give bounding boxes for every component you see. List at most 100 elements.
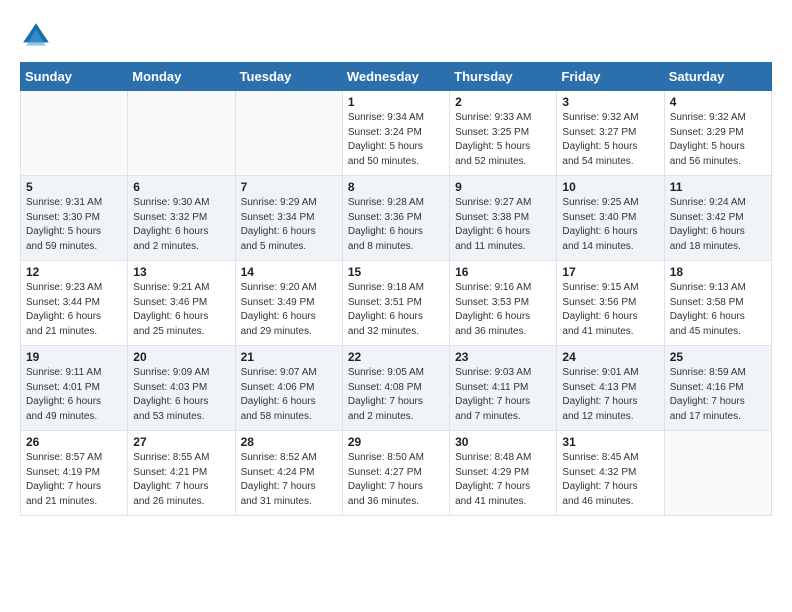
day-info: Sunrise: 9:20 AM Sunset: 3:49 PM Dayligh… xyxy=(241,281,337,339)
day-number: 25 xyxy=(670,350,766,364)
day-number: 16 xyxy=(455,265,551,279)
calendar-day-24: 24Sunrise: 9:01 AM Sunset: 4:13 PM Dayli… xyxy=(557,346,664,431)
calendar-week-row: 26 Sunrise: 8:57 AM Sunset: 4:19 PM Dayli… xyxy=(21,431,772,516)
calendar-day-5: 5 Sunrise: 9:31 AM Sunset: 3:30 PM Daylig… xyxy=(21,176,128,261)
day-info: Sunrise: 8:57 AM Sunset: 4:19 PM Dayligh… xyxy=(26,451,122,509)
calendar-week-row: 12 Sunrise: 9:23 AM Sunset: 3:44 PM Dayli… xyxy=(21,261,772,346)
calendar-day-8: 8Sunrise: 9:28 AM Sunset: 3:36 PM Daylig… xyxy=(342,176,449,261)
day-info: Sunrise: 9:29 AM Sunset: 3:34 PM Dayligh… xyxy=(241,196,337,254)
weekday-header-row: SundayMondayTuesdayWednesdayThursdayFrid… xyxy=(21,63,772,91)
logo-icon xyxy=(20,20,52,52)
day-number: 21 xyxy=(241,350,337,364)
weekday-header-friday: Friday xyxy=(557,63,664,91)
day-info: Sunrise: 9:16 AM Sunset: 3:53 PM Dayligh… xyxy=(455,281,551,339)
calendar-day-11: 11 Sunrise: 9:24 AM Sunset: 3:42 PM Dayli… xyxy=(664,176,771,261)
day-number: 5 xyxy=(26,180,122,194)
weekday-header-wednesday: Wednesday xyxy=(342,63,449,91)
calendar-week-row: 1 Sunrise: 9:34 AM Sunset: 3:24 PM Daylig… xyxy=(21,91,772,176)
calendar-day-31: 31 Sunrise: 8:45 AM Sunset: 4:32 PM Dayli… xyxy=(557,431,664,516)
calendar-day-20: 20 Sunrise: 9:09 AM Sunset: 4:03 PM Dayli… xyxy=(128,346,235,431)
calendar-day-1: 1 Sunrise: 9:34 AM Sunset: 3:24 PM Daylig… xyxy=(342,91,449,176)
day-number: 31 xyxy=(562,435,658,449)
calendar-day-30: 30 Sunrise: 8:48 AM Sunset: 4:29 PM Dayli… xyxy=(450,431,557,516)
day-number: 1 xyxy=(348,95,444,109)
day-info: Sunrise: 9:32 AM Sunset: 3:27 PM Dayligh… xyxy=(562,111,658,169)
day-number: 2 xyxy=(455,95,551,109)
day-info: Sunrise: 9:11 AM Sunset: 4:01 PM Dayligh… xyxy=(26,366,122,424)
calendar-day-25: 25 Sunrise: 8:59 AM Sunset: 4:16 PM Dayli… xyxy=(664,346,771,431)
day-info: Sunrise: 9:07 AM Sunset: 4:06 PM Dayligh… xyxy=(241,366,337,424)
calendar-week-row: 5 Sunrise: 9:31 AM Sunset: 3:30 PM Daylig… xyxy=(21,176,772,261)
calendar-day-27: 27 Sunrise: 8:55 AM Sunset: 4:21 PM Dayli… xyxy=(128,431,235,516)
logo xyxy=(20,20,56,52)
calendar-day-2: 2Sunrise: 9:33 AM Sunset: 3:25 PM Daylig… xyxy=(450,91,557,176)
day-number: 19 xyxy=(26,350,122,364)
day-info: Sunrise: 8:52 AM Sunset: 4:24 PM Dayligh… xyxy=(241,451,337,509)
day-info: Sunrise: 8:55 AM Sunset: 4:21 PM Dayligh… xyxy=(133,451,229,509)
day-info: Sunrise: 8:45 AM Sunset: 4:32 PM Dayligh… xyxy=(562,451,658,509)
day-info: Sunrise: 9:21 AM Sunset: 3:46 PM Dayligh… xyxy=(133,281,229,339)
day-number: 20 xyxy=(133,350,229,364)
calendar-day-18: 18Sunrise: 9:13 AM Sunset: 3:58 PM Dayli… xyxy=(664,261,771,346)
calendar-day-3: 3 Sunrise: 9:32 AM Sunset: 3:27 PM Daylig… xyxy=(557,91,664,176)
calendar-table: SundayMondayTuesdayWednesdayThursdayFrid… xyxy=(20,62,772,516)
calendar-day-21: 21 Sunrise: 9:07 AM Sunset: 4:06 PM Dayli… xyxy=(235,346,342,431)
day-info: Sunrise: 9:32 AM Sunset: 3:29 PM Dayligh… xyxy=(670,111,766,169)
day-number: 11 xyxy=(670,180,766,194)
day-info: Sunrise: 9:23 AM Sunset: 3:44 PM Dayligh… xyxy=(26,281,122,339)
calendar-week-row: 19 Sunrise: 9:11 AM Sunset: 4:01 PM Dayli… xyxy=(21,346,772,431)
calendar-day-12: 12 Sunrise: 9:23 AM Sunset: 3:44 PM Dayli… xyxy=(21,261,128,346)
day-number: 24 xyxy=(562,350,658,364)
day-info: Sunrise: 9:34 AM Sunset: 3:24 PM Dayligh… xyxy=(348,111,444,169)
calendar-empty-cell xyxy=(21,91,128,176)
calendar-day-7: 7 Sunrise: 9:29 AM Sunset: 3:34 PM Daylig… xyxy=(235,176,342,261)
day-number: 7 xyxy=(241,180,337,194)
day-number: 13 xyxy=(133,265,229,279)
day-number: 12 xyxy=(26,265,122,279)
calendar-day-15: 15 Sunrise: 9:18 AM Sunset: 3:51 PM Dayli… xyxy=(342,261,449,346)
weekday-header-sunday: Sunday xyxy=(21,63,128,91)
day-number: 29 xyxy=(348,435,444,449)
day-info: Sunrise: 8:48 AM Sunset: 4:29 PM Dayligh… xyxy=(455,451,551,509)
day-info: Sunrise: 9:31 AM Sunset: 3:30 PM Dayligh… xyxy=(26,196,122,254)
day-info: Sunrise: 8:59 AM Sunset: 4:16 PM Dayligh… xyxy=(670,366,766,424)
calendar-empty-cell xyxy=(128,91,235,176)
calendar-empty-cell xyxy=(235,91,342,176)
calendar-day-13: 13 Sunrise: 9:21 AM Sunset: 3:46 PM Dayli… xyxy=(128,261,235,346)
calendar-day-22: 22 Sunrise: 9:05 AM Sunset: 4:08 PM Dayli… xyxy=(342,346,449,431)
day-number: 30 xyxy=(455,435,551,449)
day-number: 6 xyxy=(133,180,229,194)
calendar-day-6: 6 Sunrise: 9:30 AM Sunset: 3:32 PM Daylig… xyxy=(128,176,235,261)
day-info: Sunrise: 9:25 AM Sunset: 3:40 PM Dayligh… xyxy=(562,196,658,254)
day-info: Sunrise: 9:28 AM Sunset: 3:36 PM Dayligh… xyxy=(348,196,444,254)
calendar-day-17: 17Sunrise: 9:15 AM Sunset: 3:56 PM Dayli… xyxy=(557,261,664,346)
calendar-day-9: 9 Sunrise: 9:27 AM Sunset: 3:38 PM Daylig… xyxy=(450,176,557,261)
calendar-day-19: 19 Sunrise: 9:11 AM Sunset: 4:01 PM Dayli… xyxy=(21,346,128,431)
day-info: Sunrise: 8:50 AM Sunset: 4:27 PM Dayligh… xyxy=(348,451,444,509)
day-info: Sunrise: 9:03 AM Sunset: 4:11 PM Dayligh… xyxy=(455,366,551,424)
day-number: 4 xyxy=(670,95,766,109)
day-number: 26 xyxy=(26,435,122,449)
day-info: Sunrise: 9:05 AM Sunset: 4:08 PM Dayligh… xyxy=(348,366,444,424)
day-info: Sunrise: 9:18 AM Sunset: 3:51 PM Dayligh… xyxy=(348,281,444,339)
calendar-day-28: 28Sunrise: 8:52 AM Sunset: 4:24 PM Dayli… xyxy=(235,431,342,516)
day-info: Sunrise: 9:24 AM Sunset: 3:42 PM Dayligh… xyxy=(670,196,766,254)
day-number: 3 xyxy=(562,95,658,109)
weekday-header-thursday: Thursday xyxy=(450,63,557,91)
page-header xyxy=(20,20,772,52)
calendar-day-29: 29 Sunrise: 8:50 AM Sunset: 4:27 PM Dayli… xyxy=(342,431,449,516)
calendar-day-14: 14 Sunrise: 9:20 AM Sunset: 3:49 PM Dayli… xyxy=(235,261,342,346)
day-info: Sunrise: 9:30 AM Sunset: 3:32 PM Dayligh… xyxy=(133,196,229,254)
day-number: 14 xyxy=(241,265,337,279)
day-info: Sunrise: 9:27 AM Sunset: 3:38 PM Dayligh… xyxy=(455,196,551,254)
day-number: 27 xyxy=(133,435,229,449)
day-number: 23 xyxy=(455,350,551,364)
calendar-day-4: 4 Sunrise: 9:32 AM Sunset: 3:29 PM Daylig… xyxy=(664,91,771,176)
day-number: 15 xyxy=(348,265,444,279)
day-info: Sunrise: 9:09 AM Sunset: 4:03 PM Dayligh… xyxy=(133,366,229,424)
day-number: 9 xyxy=(455,180,551,194)
day-number: 22 xyxy=(348,350,444,364)
day-number: 18 xyxy=(670,265,766,279)
weekday-header-tuesday: Tuesday xyxy=(235,63,342,91)
day-info: Sunrise: 9:15 AM Sunset: 3:56 PM Dayligh… xyxy=(562,281,658,339)
